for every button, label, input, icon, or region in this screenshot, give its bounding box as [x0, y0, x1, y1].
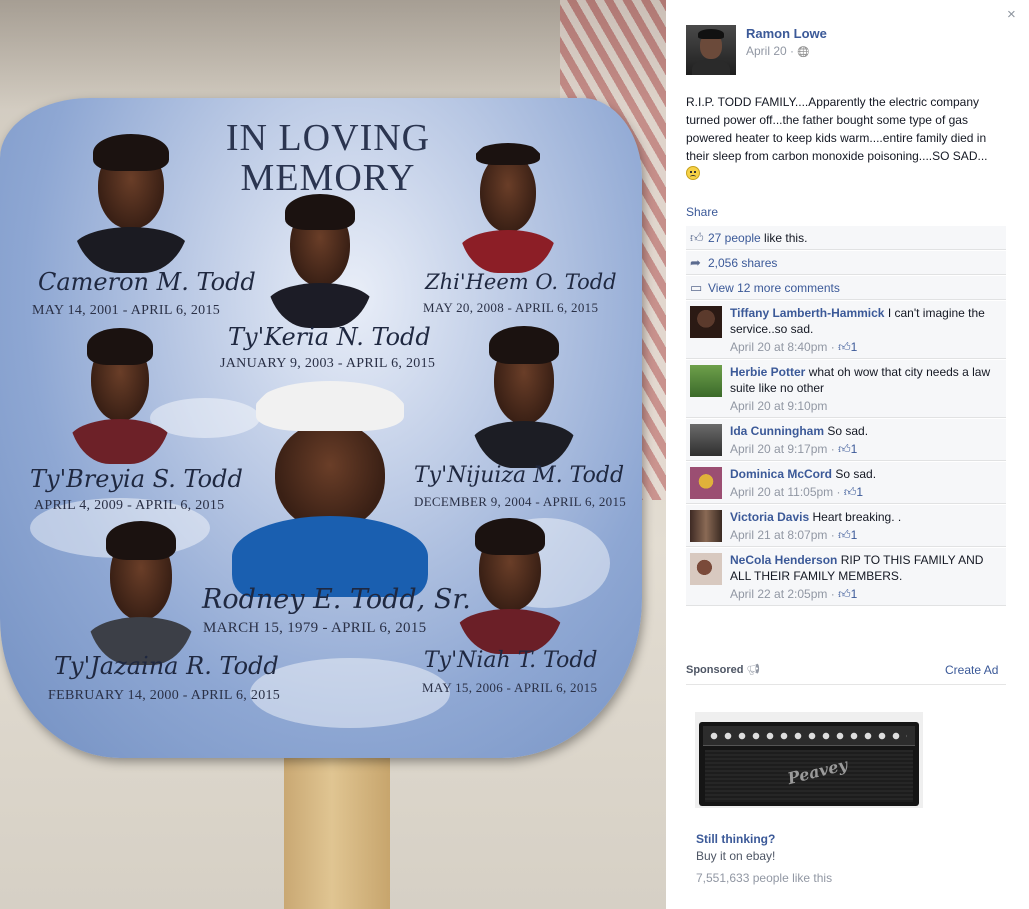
memorial-title: IN LOVING MEMORY [225, 117, 431, 199]
portrait-tyjazaina [86, 515, 196, 665]
memorial-name: Ty'Jazaina R. Todd [54, 652, 279, 680]
sad-emoticon-icon [686, 166, 700, 180]
photo-viewer[interactable]: IN LOVING MEMORY Cameron M. Todd MAY 14,… [0, 0, 666, 909]
memorial-name: Cameron M. Todd [38, 268, 256, 296]
memorial-name: Ty'Niah T. Todd [424, 648, 598, 673]
portrait-cameron [72, 128, 190, 273]
comment-author[interactable]: NeCola Henderson [730, 553, 837, 567]
sponsored-text: Sponsored [686, 664, 744, 676]
comment-like-count[interactable]: 1 [851, 442, 858, 456]
comment-time[interactable]: April 20 at 9:10pm [730, 399, 827, 413]
megaphone-icon: 📢︎ [746, 664, 761, 676]
like-icon: 👍︎ [838, 528, 851, 542]
commenter-avatar[interactable] [690, 306, 722, 338]
memorial-dates: MAY 20, 2008 - APRIL 6, 2015 [423, 300, 599, 315]
comment-like-count[interactable]: 1 [851, 528, 858, 542]
post-date[interactable]: April 20 · [746, 44, 797, 58]
shares-link[interactable]: 2,056 shares [708, 256, 777, 270]
comment-author[interactable]: Herbie Potter [730, 365, 805, 379]
ad-subtitle: Buy it on ebay! [696, 849, 776, 863]
memorial-dates: APRIL 4, 2009 - APRIL 6, 2015 [34, 498, 225, 513]
shares-row: ➦ 2,056 shares [686, 251, 1006, 275]
likes-row: 👍︎ 27 people like this. [686, 226, 1006, 250]
memorial-dates: DECEMBER 9, 2004 - APRIL 6, 2015 [414, 494, 627, 509]
memorial-name: Zhi'Heem O. Todd [425, 270, 617, 294]
memorial-dates: MAY 15, 2006 - APRIL 6, 2015 [422, 680, 598, 695]
portrait-zhiheem [458, 138, 558, 273]
author-avatar[interactable] [686, 25, 736, 75]
comment-author[interactable]: Ida Cunningham [730, 424, 824, 438]
post-meta: April 20 · 🌐 [746, 44, 810, 58]
comment-author[interactable]: Tiffany Lamberth-Hammick [730, 306, 884, 320]
like-icon: 👍︎ [838, 442, 851, 456]
memorial-dates: MAY 14, 2001 - APRIL 6, 2015 [32, 303, 221, 318]
memorial-dates: MARCH 15, 1979 - APRIL 6, 2015 [203, 620, 427, 636]
comment: Herbie Potter what oh wow that city need… [686, 360, 1006, 418]
memorial-dates: JANUARY 9, 2003 - APRIL 6, 2015 [220, 356, 436, 371]
comment-author[interactable]: Dominica McCord [730, 467, 832, 481]
portrait-rodney [232, 372, 428, 597]
portrait-tybreyia [68, 322, 172, 464]
commenter-avatar[interactable] [690, 553, 722, 585]
comment-text: So sad. [835, 467, 877, 481]
create-ad-link[interactable]: Create Ad [945, 663, 998, 677]
memorial-name: Ty'Keria N. Todd [228, 323, 431, 351]
likes-suffix: like this. [760, 231, 808, 245]
comment-text: So sad. [827, 424, 869, 438]
like-icon: 👍︎ [838, 587, 851, 601]
commenter-avatar[interactable] [690, 467, 722, 499]
portrait-tyniah [455, 512, 565, 654]
commenter-avatar[interactable] [690, 365, 722, 397]
comment-time[interactable]: April 22 at 2:05pm · [730, 587, 838, 601]
ad-title[interactable]: Still thinking? [696, 832, 775, 846]
comment-like-count[interactable]: 1 [856, 485, 863, 499]
post-body: R.I.P. TODD FAMILY....Apparently the ele… [686, 95, 988, 163]
post-text: R.I.P. TODD FAMILY....Apparently the ele… [686, 93, 1004, 183]
likes-link[interactable]: 27 people [708, 231, 761, 245]
memorial-name: Ty'Breyia S. Todd [30, 465, 243, 493]
comment: Tiffany Lamberth-Hammick I can't imagine… [686, 301, 1006, 359]
memorial-name: Rodney E. Todd, Sr. [202, 584, 471, 615]
ad-image[interactable]: Peavey [695, 712, 923, 808]
comment-author[interactable]: Victoria Davis [730, 510, 809, 524]
like-icon: 👍︎ [690, 230, 704, 245]
comment-time[interactable]: April 20 at 9:17pm · [730, 442, 838, 456]
comment-time[interactable]: April 21 at 8:07pm · [730, 528, 838, 542]
ad-likes: 7,551,633 people like this [696, 871, 833, 885]
portrait-tynijuiza [470, 320, 578, 468]
globe-icon[interactable]: 🌐 [797, 47, 809, 58]
author-name[interactable]: Ramon Lowe [746, 26, 827, 41]
memorial-dates: FEBRUARY 14, 2000 - APRIL 6, 2015 [48, 688, 281, 703]
share-button[interactable]: Share [686, 205, 718, 219]
comment-like-count[interactable]: 1 [851, 587, 858, 601]
like-icon: 👍︎ [838, 340, 851, 354]
portrait-tykeria [266, 188, 374, 328]
like-icon: 👍︎ [843, 485, 857, 499]
comment: NeCola Henderson RIP TO THIS FAMILY AND … [686, 548, 1006, 606]
share-icon: ➦ [690, 255, 701, 270]
comment-time[interactable]: April 20 at 8:40pm · [730, 340, 838, 354]
sponsored-label: Sponsored 📢︎ [686, 663, 760, 676]
comment-like-count[interactable]: 1 [851, 340, 858, 354]
view-more-comments-link[interactable]: View 12 more comments [708, 281, 840, 295]
comment: Ida Cunningham So sad. April 20 at 9:17p… [686, 419, 1006, 461]
commenter-avatar[interactable] [690, 424, 722, 456]
comment-text: Heart breaking. . [812, 510, 902, 524]
comment-time[interactable]: April 20 at 11:05pm · [730, 485, 844, 499]
comment-icon: ▭ [690, 280, 703, 295]
commenter-avatar[interactable] [690, 510, 722, 542]
memorial-name: Ty'Nijuiza M. Todd [414, 463, 625, 488]
comment: Dominica McCord So sad. April 20 at 11:0… [686, 462, 1006, 504]
divider [686, 684, 1006, 685]
close-icon[interactable]: × [1007, 6, 1016, 23]
view-more-row: ▭ View 12 more comments [686, 276, 1006, 300]
comment: Victoria Davis Heart breaking. . April 2… [686, 505, 1006, 547]
